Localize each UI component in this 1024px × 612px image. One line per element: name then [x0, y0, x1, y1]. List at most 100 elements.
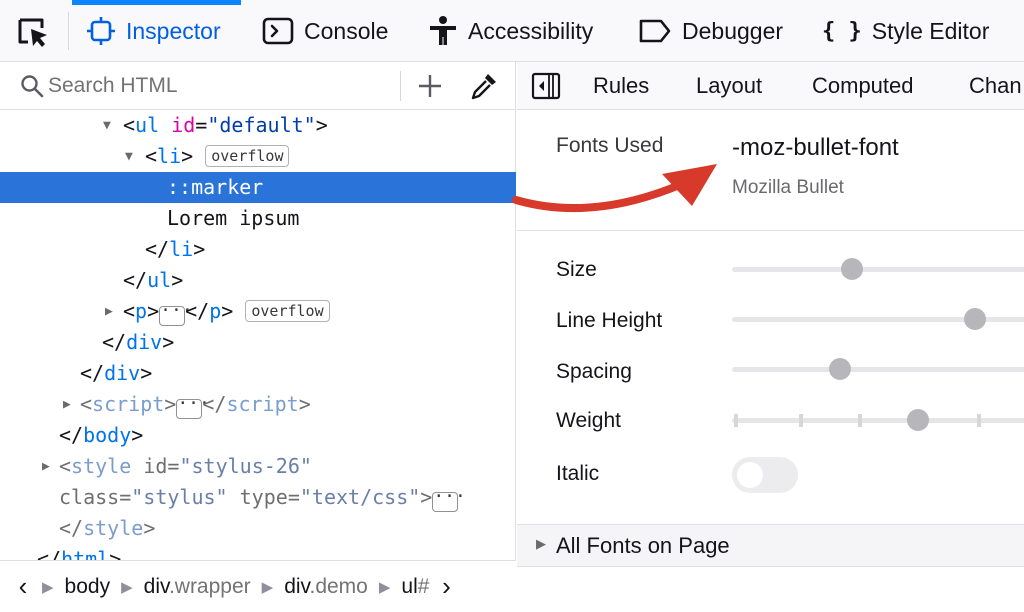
breadcrumb-item[interactable]: div.wrapper [144, 575, 251, 599]
expanded-twisty-icon[interactable]: ▼ [125, 141, 133, 172]
tree-node-ul[interactable]: ▼ <ul id="default"> [0, 110, 516, 141]
tab-inspector[interactable]: Inspector [72, 0, 241, 62]
tab-computed[interactable]: Computed [812, 62, 914, 110]
tab-rules[interactable]: Rules [593, 62, 649, 110]
markup-tree: ▼ <ul id="default"> ▼ <li> overflow ::ma… [0, 110, 516, 560]
tag-name: li [157, 144, 182, 168]
style-editor-icon: { } [822, 18, 862, 44]
expanded-twisty-icon[interactable]: ▼ [103, 110, 111, 141]
collapsed-content-button[interactable]: ··· [159, 302, 193, 326]
breadcrumb-separator-icon: ▶ [121, 578, 133, 596]
breadcrumb-scroll-right-icon[interactable]: › [433, 571, 459, 602]
tree-node-ul-close[interactable]: </ul> [0, 265, 516, 296]
weight-label: Weight [556, 409, 621, 432]
tab-changes[interactable]: Chan [969, 62, 1022, 110]
font-name: -moz-bullet-font [732, 134, 899, 161]
tag-name: script [226, 392, 299, 416]
tag-name: li [169, 237, 194, 261]
tree-node-li[interactable]: ▼ <li> overflow [0, 141, 516, 172]
italic-toggle-knob [737, 462, 763, 488]
tab-label: Console [304, 17, 389, 44]
breadcrumb-item[interactable]: div.demo [284, 575, 368, 599]
line-height-label: Line Height [556, 309, 663, 332]
size-slider-track[interactable] [732, 258, 1024, 280]
add-node-button[interactable] [414, 68, 446, 104]
pseudo-element-label: ::marker [167, 175, 264, 199]
attr-value: "stylus-26" [179, 454, 312, 478]
text-node-content: Lorem ipsum [167, 206, 300, 230]
tag-name: html [61, 547, 110, 560]
breadcrumb-item[interactable]: ul# [401, 575, 429, 599]
tag-name: div [126, 330, 163, 354]
toolbar-separator [68, 12, 69, 50]
tab-accessibility[interactable]: Accessibility [428, 0, 593, 62]
overflow-badge[interactable]: overflow [205, 145, 290, 167]
tab-layout[interactable]: Layout [696, 62, 762, 110]
spacing-label: Spacing [556, 360, 632, 383]
breadcrumb-separator-icon: ▶ [261, 578, 274, 596]
element-picker-button[interactable] [16, 16, 54, 50]
breadcrumb-separator-icon: ▶ [42, 578, 54, 596]
tree-node-p[interactable]: ▶ <p>···</p> overflow [0, 296, 516, 327]
weight-slider-thumb[interactable] [907, 409, 929, 431]
collapsed-twisty-icon[interactable]: ▶ [63, 389, 71, 420]
attr-value: "default" [207, 113, 316, 137]
italic-toggle[interactable] [732, 457, 798, 493]
inspector-icon [86, 16, 116, 46]
breadcrumb-scroll-left-icon[interactable]: ‹ [10, 571, 36, 602]
tab-label: Inspector [126, 17, 221, 44]
tree-node-li-close[interactable]: </li> [0, 234, 516, 265]
eyedropper-button[interactable] [466, 68, 502, 104]
spacing-slider-thumb[interactable] [829, 358, 851, 380]
annotation-arrow-icon [512, 164, 717, 213]
element-picker-icon [18, 18, 47, 47]
tag-name: style [71, 454, 132, 478]
search-icon [21, 75, 44, 98]
tree-node-div-close[interactable]: </div> [0, 327, 516, 358]
tree-node-style[interactable]: ▶ <style id="stylus-26" class="stylus" t… [0, 451, 516, 544]
italic-label: Italic [556, 462, 600, 485]
weight-tick [858, 414, 862, 427]
collapsed-twisty-icon[interactable]: ▶ [536, 536, 546, 552]
accessibility-icon [428, 15, 458, 47]
toggle-3pane-button[interactable] [531, 72, 561, 105]
collapsed-content-button[interactable]: ··· [176, 395, 210, 419]
overflow-badge[interactable]: overflow [245, 300, 330, 322]
size-slider-thumb[interactable] [841, 258, 863, 280]
tab-console[interactable]: Console [262, 0, 388, 62]
tab-label: Style Editor [871, 17, 990, 44]
tree-node-div-close[interactable]: </div> [0, 358, 516, 389]
weight-slider-track[interactable] [732, 409, 1024, 431]
collapsed-content-button[interactable]: ··· [432, 488, 466, 512]
all-fonts-on-page-header[interactable]: ▶ All Fonts on Page [517, 525, 1024, 567]
console-icon [262, 17, 294, 45]
tag-name: p [135, 299, 148, 323]
tree-node-html-close[interactable]: </html> [0, 544, 516, 560]
line-height-slider-thumb[interactable] [964, 308, 986, 330]
tree-node-text[interactable]: Lorem ipsum [0, 203, 516, 234]
weight-tick [734, 414, 738, 427]
debugger-icon [638, 18, 672, 44]
attr-name: id [171, 113, 196, 137]
markup-search-bar [0, 62, 516, 110]
devtools-toolbar: Inspector Console Accessibility Debugger [0, 0, 1024, 62]
collapsed-twisty-icon[interactable]: ▶ [105, 296, 113, 327]
weight-tick [977, 414, 981, 427]
tree-node-marker[interactable]: ::marker [0, 172, 516, 203]
tree-node-script[interactable]: ▶ <script>···</script> [0, 389, 516, 420]
tag-name: p [209, 299, 222, 323]
markup-panel: ▼ <ul id="default"> ▼ <li> overflow ::ma… [0, 62, 516, 612]
search-html-input[interactable] [48, 71, 388, 101]
tag-name: ul [147, 268, 172, 292]
section-divider [517, 230, 1024, 231]
breadcrumb: ‹ ▶ body ▶ div.wrapper ▶ div.demo ▶ ul# … [0, 560, 516, 612]
tab-debugger[interactable]: Debugger [638, 0, 783, 62]
tree-node-body-close[interactable]: </body> [0, 420, 516, 451]
size-label: Size [556, 258, 597, 281]
collapsed-twisty-icon[interactable]: ▶ [42, 451, 50, 482]
breadcrumb-item[interactable]: body [65, 575, 111, 599]
tab-style-editor[interactable]: { } Style Editor [822, 0, 989, 62]
line-height-slider-track[interactable] [732, 308, 1024, 330]
spacing-slider-track[interactable] [732, 358, 1024, 380]
panel-layout-icon [531, 72, 561, 100]
